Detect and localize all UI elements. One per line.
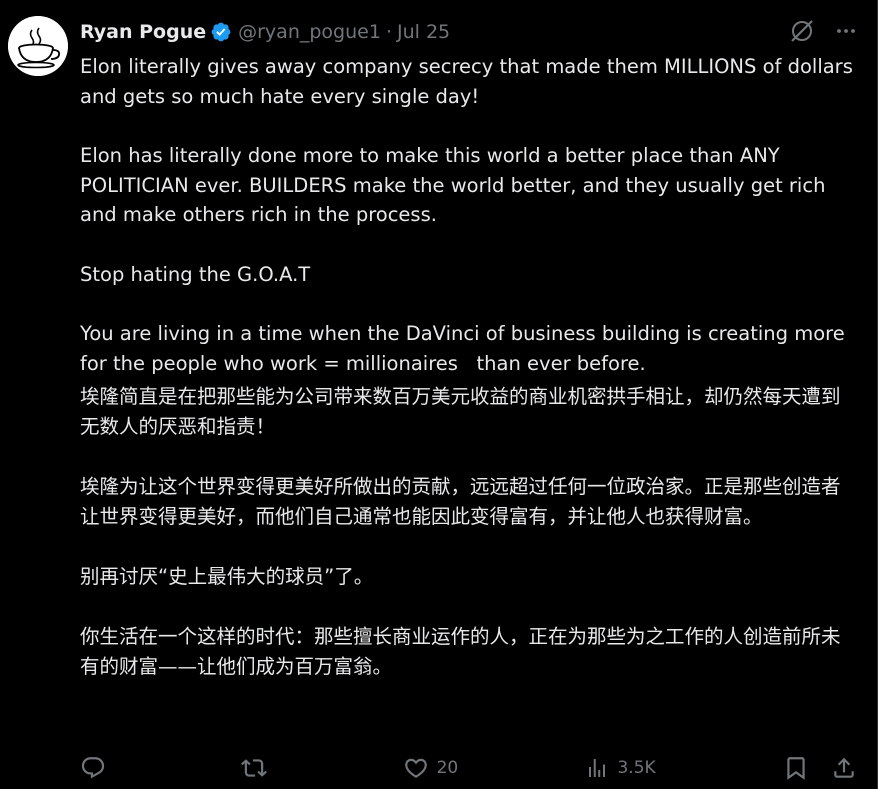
chinese-paragraph-1: 埃隆简直是在把那些能为公司带来数百万美元收益的商业机密拱手相让，却仍然每天遭到无… [80,385,841,438]
secondary-actions [783,755,857,781]
separator-dot: · [385,21,392,43]
chinese-paragraph-4: 你生活在一个这样的时代：那些擅长商业运作的人，正在为那些为之工作的人创造前所未有… [80,625,841,678]
tweet-body: Elon literally gives away company secrec… [80,52,855,712]
tweet-actions: 20 3.5K [80,750,857,786]
chinese-paragraph-2: 埃隆为让这个世界变得更美好所做出的贡献，远远超过任何一位政治家。正是那些创造者让… [80,475,841,528]
like-button[interactable]: 20 [403,755,459,781]
views-button[interactable]: 3.5K [585,756,656,780]
tweet: Ryan Pogue @ryan_pogue1 · Jul 25 Elon li… [0,0,878,789]
reply-button[interactable] [80,755,114,781]
tweet-header: Ryan Pogue @ryan_pogue1 · Jul 25 [80,17,450,47]
english-paragraph-4: You are living in a time when the DaVinc… [80,322,851,375]
reply-icon [81,757,105,779]
english-paragraph-3: Stop hating the G.O.A.T [80,262,311,286]
views-count: 3.5K [617,758,656,778]
retweet-button[interactable] [241,755,275,781]
avatar[interactable] [8,16,68,76]
english-paragraph-2: Elon has literally done more to make thi… [80,144,832,226]
grok-icon[interactable] [789,18,815,44]
views-chart-icon [589,759,606,777]
more-options-icon[interactable] [835,20,857,42]
coffee-cup-logo-icon [8,16,68,76]
author-handle[interactable]: @ryan_pogue1 [238,21,381,43]
verified-badge-icon [210,21,232,43]
bookmark-button[interactable] [783,755,809,781]
chinese-paragraph-3: 别再讨厌“史上最伟大的球员”了。 [80,565,374,588]
author-name[interactable]: Ryan Pogue [80,21,206,43]
tweet-date[interactable]: Jul 25 [397,21,450,43]
english-paragraph-1: Elon literally gives away company secrec… [80,55,860,108]
heart-icon [404,758,427,778]
retweet-icon [241,759,268,777]
share-icon [834,757,854,778]
like-count: 20 [436,758,459,778]
share-button[interactable] [831,755,857,781]
bookmark-icon [787,757,805,780]
header-actions [789,18,857,44]
